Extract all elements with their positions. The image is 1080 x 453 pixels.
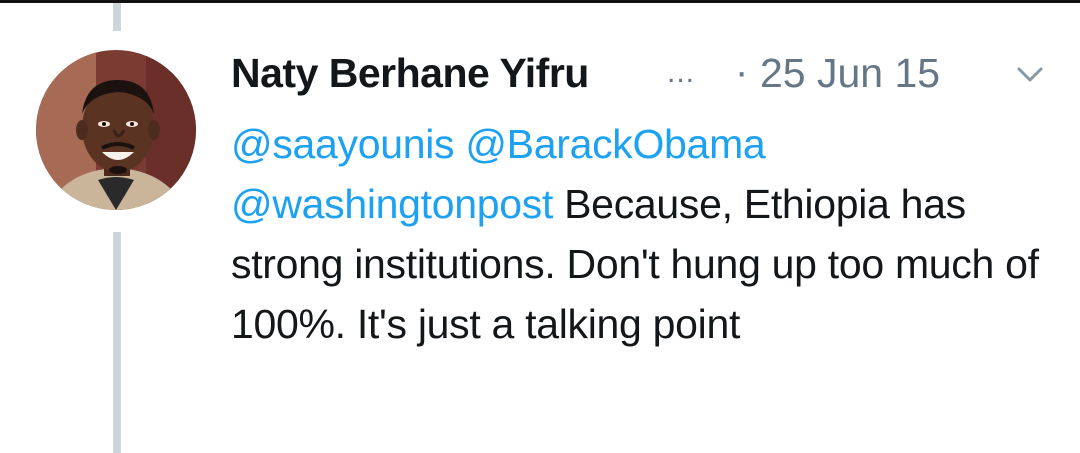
name-ellipsis: ...: [667, 56, 696, 89]
top-divider: [0, 0, 1080, 3]
mention-barackobama[interactable]: @BarackObama: [465, 121, 765, 167]
thread-line-bottom: [113, 232, 121, 453]
tweet-text: @saayounis @BarackObama @washingtonpost …: [231, 114, 1061, 354]
mention-saayounis[interactable]: @saayounis: [231, 121, 455, 167]
thread-line-top: [113, 3, 121, 31]
author-name[interactable]: Naty Berhane Yifru: [231, 50, 589, 97]
tweet-date[interactable]: 25 Jun 15: [760, 50, 940, 97]
avatar-image: [36, 50, 196, 210]
tweet-header: Naty Berhane Yifru ... · 25 Jun 15: [231, 50, 1061, 106]
chevron-down-icon[interactable]: [1016, 64, 1044, 86]
mention-washingtonpost[interactable]: @washingtonpost: [231, 181, 553, 227]
separator-dot: ·: [735, 50, 749, 94]
avatar[interactable]: [36, 50, 196, 210]
